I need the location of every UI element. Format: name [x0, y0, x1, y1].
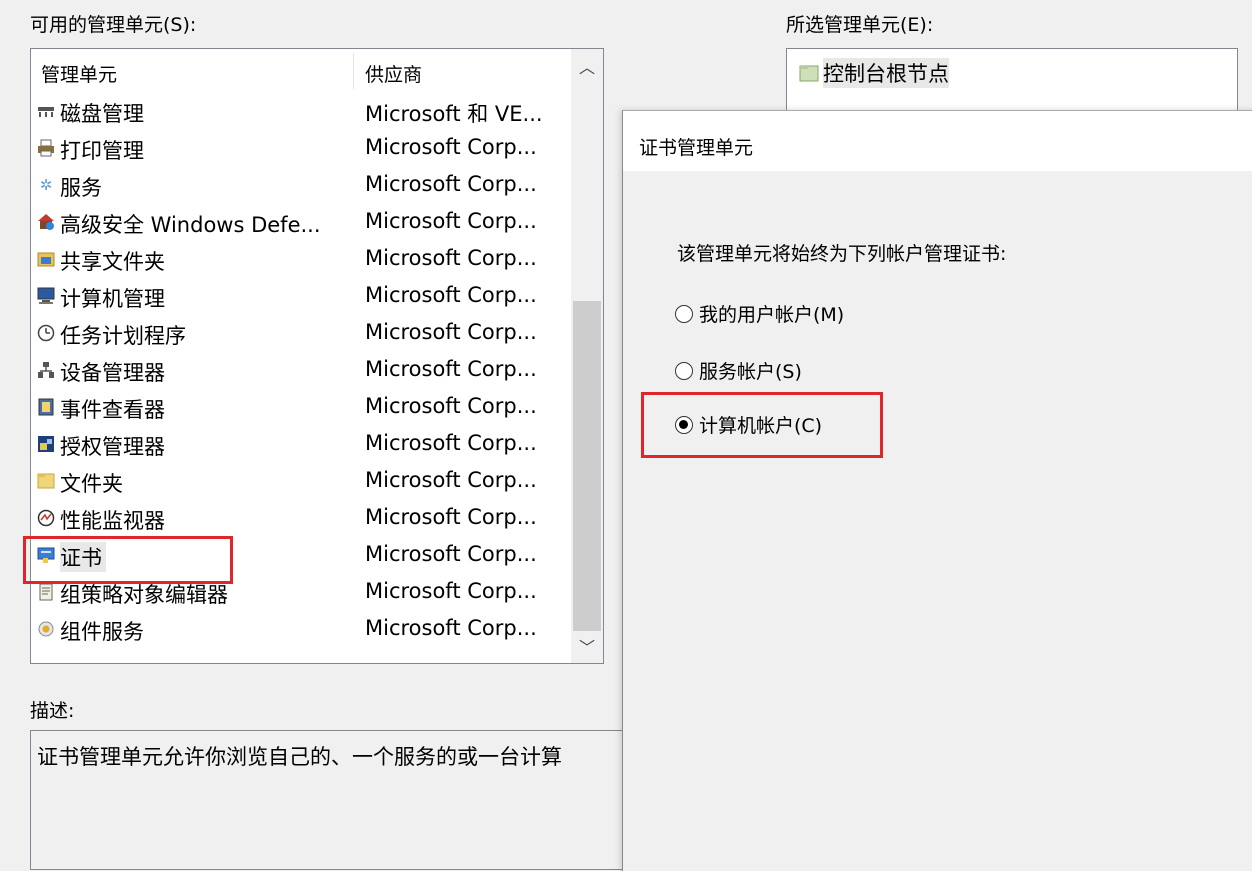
- printer-icon: [37, 139, 55, 157]
- snapin-name: 磁盘管理: [60, 102, 144, 126]
- column-header-vendor[interactable]: 供应商: [365, 60, 422, 87]
- available-snapins-label: 可用的管理单元(S):: [30, 14, 197, 36]
- snapin-name: 共享文件夹: [60, 250, 165, 274]
- description-text: 证书管理单元允许你浏览自己的、一个服务的或一台计算: [37, 745, 562, 769]
- snapin-name: 服务: [60, 176, 102, 200]
- certificate-highlight-box: [23, 536, 233, 584]
- snapin-name: 任务计划程序: [60, 324, 186, 348]
- snapin-name: 高级安全 Windows Defe...: [60, 213, 321, 237]
- snapin-name: 计算机管理: [60, 287, 165, 311]
- radio-service-account[interactable]: 服务帐户(S): [675, 357, 802, 384]
- snapin-vendor: Microsoft Corp...: [365, 246, 537, 270]
- snapin-name: 事件查看器: [60, 398, 165, 422]
- snapin-vendor: Microsoft Corp...: [365, 209, 537, 233]
- snapin-vendor: Microsoft Corp...: [365, 357, 537, 381]
- radio-my-user-account[interactable]: 我的用户帐户(M): [675, 300, 844, 327]
- snapin-name: 设备管理器: [60, 361, 165, 385]
- event-log-icon: [37, 398, 55, 416]
- snapin-vendor: Microsoft Corp...: [365, 394, 537, 418]
- snapin-name: 性能监视器: [60, 509, 165, 533]
- list-item[interactable]: 授权管理器 Microsoft Corp...: [31, 426, 571, 463]
- selected-snapins-label: 所选管理单元(E):: [786, 14, 934, 36]
- firewall-icon: [37, 213, 55, 231]
- authorization-icon: [37, 435, 55, 453]
- radio-label: 我的用户帐户(M): [699, 304, 845, 326]
- snapin-vendor: Microsoft Corp...: [365, 579, 537, 603]
- scroll-down-icon[interactable]: ﹀: [571, 631, 603, 661]
- folder-icon: [37, 472, 55, 490]
- list-item[interactable]: 事件查看器 Microsoft Corp...: [31, 389, 571, 426]
- radio-button[interactable]: [675, 361, 693, 380]
- list-item[interactable]: 文件夹 Microsoft Corp...: [31, 463, 571, 500]
- column-divider[interactable]: [353, 53, 354, 89]
- device-icon: [37, 361, 55, 379]
- list-item[interactable]: 磁盘管理 Microsoft 和 VE...: [31, 93, 571, 130]
- list-item[interactable]: 性能监视器 Microsoft Corp...: [31, 500, 571, 537]
- list-item[interactable]: ✲ 服务 Microsoft Corp...: [31, 167, 571, 204]
- snapin-name: 授权管理器: [60, 435, 165, 459]
- account-prompt: 该管理单元将始终为下列帐户管理证书:: [677, 243, 1007, 265]
- snapin-vendor: Microsoft Corp...: [365, 542, 537, 566]
- scroll-up-icon[interactable]: ︿: [571, 51, 603, 81]
- snapin-name: 组件服务: [60, 620, 144, 644]
- list-item[interactable]: 计算机管理 Microsoft Corp...: [31, 278, 571, 315]
- snapin-vendor: Microsoft Corp...: [365, 283, 537, 307]
- description-label: 描述:: [30, 700, 75, 722]
- snapin-vendor: Microsoft Corp...: [365, 135, 537, 159]
- policy-icon: [37, 583, 55, 601]
- certificates-snapin-dialog: 证书管理单元 该管理单元将始终为下列帐户管理证书: 我的用户帐户(M) 服务帐户…: [622, 110, 1252, 871]
- column-header-snapin[interactable]: 管理单元: [41, 60, 117, 87]
- list-item[interactable]: 打印管理 Microsoft Corp...: [31, 130, 571, 167]
- folder-icon: [799, 65, 819, 82]
- component-icon: [37, 620, 55, 638]
- snapin-vendor: Microsoft Corp...: [365, 616, 537, 640]
- list-header: 管理单元 供应商: [31, 49, 571, 93]
- dialog-body: 该管理单元将始终为下列帐户管理证书: 我的用户帐户(M) 服务帐户(S) 计算机…: [623, 171, 1252, 871]
- performance-icon: [37, 509, 55, 527]
- clock-icon: [37, 324, 55, 342]
- list-item[interactable]: 组件服务 Microsoft Corp...: [31, 611, 571, 648]
- snapin-vendor: Microsoft 和 VE...: [365, 102, 543, 126]
- snapin-vendor: Microsoft Corp...: [365, 468, 537, 492]
- list-item[interactable]: 设备管理器 Microsoft Corp...: [31, 352, 571, 389]
- selected-snapin-item[interactable]: 控制台根节点: [799, 58, 949, 88]
- scrollbar-thumb[interactable]: [573, 301, 601, 631]
- selected-snapin-name: 控制台根节点: [823, 58, 949, 88]
- shared-folder-icon: [37, 250, 55, 268]
- snapin-name: 文件夹: [60, 472, 123, 496]
- list-item[interactable]: 高级安全 Windows Defe... Microsoft Corp...: [31, 204, 571, 241]
- snapin-name: 打印管理: [60, 139, 144, 163]
- snapin-vendor: Microsoft Corp...: [365, 505, 537, 529]
- computer-icon: [37, 287, 55, 305]
- gear-icon: ✲: [39, 176, 53, 194]
- vertical-scrollbar[interactable]: ︿ ﹀: [571, 49, 603, 663]
- list-item[interactable]: 共享文件夹 Microsoft Corp...: [31, 241, 571, 278]
- radio-button[interactable]: [675, 304, 693, 323]
- disk-icon: [37, 102, 55, 120]
- snapin-vendor: Microsoft Corp...: [365, 172, 537, 196]
- snapin-vendor: Microsoft Corp...: [365, 431, 537, 455]
- list-item[interactable]: 任务计划程序 Microsoft Corp...: [31, 315, 571, 352]
- computer-account-highlight-box: [641, 392, 883, 458]
- description-box: 证书管理单元允许你浏览自己的、一个服务的或一台计算: [30, 730, 640, 870]
- radio-label: 服务帐户(S): [699, 361, 802, 383]
- snapin-vendor: Microsoft Corp...: [365, 320, 537, 344]
- dialog-title: 证书管理单元: [639, 137, 754, 159]
